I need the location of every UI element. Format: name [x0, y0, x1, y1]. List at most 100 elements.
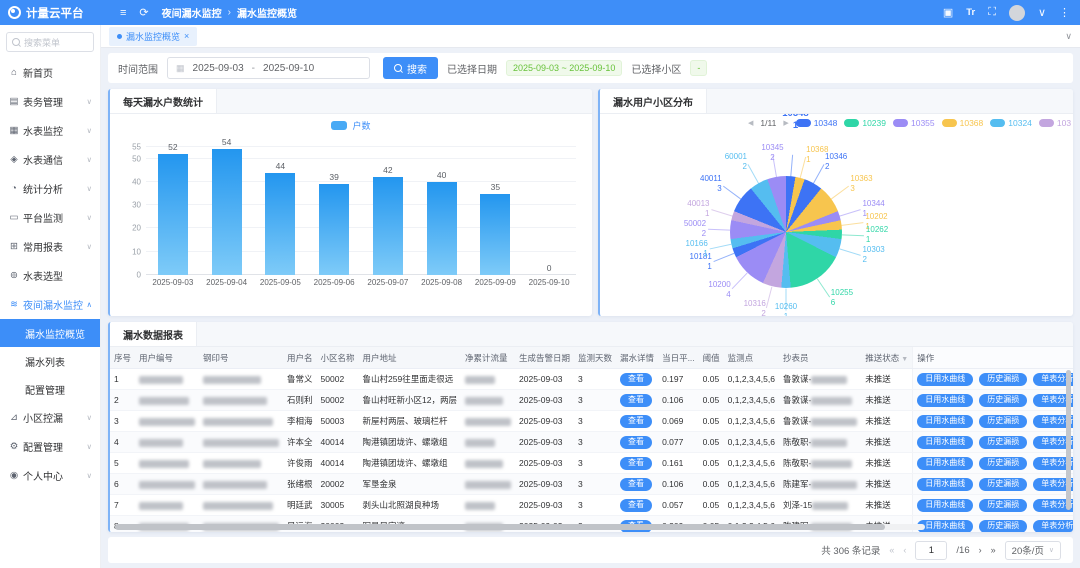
pie-chart[interactable]: [730, 176, 842, 288]
refresh-icon[interactable]: ⟳: [139, 6, 148, 19]
legend-prev-icon[interactable]: ◀: [748, 119, 753, 127]
view-leak-detail-button[interactable]: 查看: [620, 478, 652, 491]
sidebar-item-0[interactable]: ⌂新首页: [0, 58, 100, 87]
pie-slice-value: 3: [850, 184, 872, 194]
sidebar-subitem-2[interactable]: 配置管理: [0, 375, 100, 403]
search-button[interactable]: 搜索: [383, 57, 438, 79]
cell-days: 3: [574, 369, 616, 390]
pie-legend-item[interactable]: 10348: [796, 118, 838, 128]
daily-water-curve-button[interactable]: 日用水曲线: [917, 478, 973, 491]
tabbar-chevron-down-icon[interactable]: ∨: [1065, 31, 1072, 42]
sidebar-search-input[interactable]: 搜索菜单: [6, 32, 94, 52]
filter-icon[interactable]: ▼: [901, 356, 908, 363]
legend-next-icon[interactable]: ▶: [783, 119, 788, 127]
daily-leak-users-card: 每天漏水户数统计 户数 0102030405055525444394240350…: [108, 89, 592, 316]
y-tick-label: 30: [132, 201, 141, 210]
cell-push_status: 未推送: [861, 453, 912, 474]
sidebar-item-label: 统计分析: [23, 181, 63, 196]
cell-points: 0,1,2,3,4,5,6: [724, 390, 779, 411]
view-leak-detail-button[interactable]: 查看: [620, 415, 652, 428]
legend-label: 10239: [862, 118, 886, 128]
cell-detail: 查看: [616, 474, 658, 495]
vertical-scrollbar[interactable]: [1066, 370, 1071, 510]
daily-water-curve-button[interactable]: 日用水曲线: [917, 415, 973, 428]
last-page-button[interactable]: »: [991, 545, 996, 555]
first-page-button[interactable]: «: [889, 545, 894, 555]
x-tick-label: 2025-09-03: [146, 278, 200, 287]
sidebar-item-8[interactable]: ≋夜间漏水监控∧: [0, 290, 100, 319]
history-leak-button[interactable]: 历史漏损: [979, 415, 1027, 428]
date-range-input[interactable]: ▦ 2025-09-03 - 2025-09-10: [167, 57, 370, 79]
sidebar-item-10[interactable]: ⚙配置管理∨: [0, 432, 100, 461]
pie-legend-item[interactable]: 10239: [844, 118, 886, 128]
view-leak-detail-button[interactable]: 查看: [620, 394, 652, 407]
daily-water-curve-button[interactable]: 日用水曲线: [917, 520, 973, 533]
history-leak-button[interactable]: 历史漏损: [979, 373, 1027, 386]
sidebar-item-1[interactable]: ▤表务管理∨: [0, 87, 100, 116]
history-leak-button[interactable]: 历史漏损: [979, 499, 1027, 512]
redacted-value: [139, 418, 195, 426]
cell-reader: 陈建军-: [779, 474, 861, 495]
tab-leak-monitor-overview[interactable]: 漏水监控概览 ×: [109, 27, 197, 46]
sidebar-item-11[interactable]: ◉个人中心∨: [0, 461, 100, 490]
sidebar-item-5[interactable]: ▭平台监测∨: [0, 203, 100, 232]
avatar[interactable]: [1009, 5, 1025, 21]
pie-legend-item[interactable]: 10365: [1039, 118, 1071, 128]
sidebar-item-3[interactable]: ◈水表通信∨: [0, 145, 100, 174]
cell-address: 陶港镇团垅许、螺墩组: [359, 453, 461, 474]
sidebar-item-6[interactable]: ⊞常用报表∨: [0, 232, 100, 261]
pie-legend-item[interactable]: 10368: [942, 118, 984, 128]
cell-days: 3: [574, 495, 616, 516]
reader-name: 鲁敦谋-: [783, 416, 811, 426]
sidebar-subitem-0[interactable]: 漏水监控概览: [0, 319, 100, 347]
sidebar-subitem-1[interactable]: 漏水列表: [0, 347, 100, 375]
history-leak-button[interactable]: 历史漏损: [979, 457, 1027, 470]
cell-actions: 日用水曲线历史漏损单表分析: [913, 390, 1073, 411]
pie-legend-item[interactable]: 10355: [893, 118, 935, 128]
bar-column: 35: [469, 147, 523, 275]
sidebar-item-2[interactable]: ▦水表监控∨: [0, 116, 100, 145]
collapse-menu-icon[interactable]: ≡: [120, 7, 126, 19]
table-scroll-area[interactable]: 序号用户编号钢印号用户名小区名称用户地址净累计流量生成告警日期监测天数漏水详情当…: [110, 347, 1073, 532]
history-leak-button[interactable]: 历史漏损: [979, 394, 1027, 407]
daily-water-curve-button[interactable]: 日用水曲线: [917, 457, 973, 470]
history-leak-button[interactable]: 历史漏损: [979, 520, 1027, 533]
daily-water-curve-button[interactable]: 日用水曲线: [917, 436, 973, 449]
cell-push_status: 未推送: [861, 411, 912, 432]
chevron-down-icon[interactable]: ∨: [1038, 6, 1046, 19]
history-leak-button[interactable]: 历史漏损: [979, 436, 1027, 449]
column-header-points: 监测点: [724, 347, 779, 369]
more-icon[interactable]: ⋮: [1059, 6, 1070, 19]
page-size-select[interactable]: 20条/页 ∨: [1005, 541, 1061, 560]
fullscreen-icon[interactable]: ⛶: [988, 6, 996, 19]
leak-data-report-card: 漏水数据报表 序号用户编号钢印号用户名小区名称用户地址净累计流量生成告警日期监测…: [108, 322, 1073, 532]
pie-slice-value: 4: [708, 290, 730, 300]
view-leak-detail-button[interactable]: 查看: [620, 499, 652, 512]
view-leak-detail-button[interactable]: 查看: [620, 373, 652, 386]
breadcrumb-item[interactable]: 夜间漏水监控: [162, 5, 222, 20]
sidebar-item-7[interactable]: ⊚水表选型: [0, 261, 100, 290]
view-leak-detail-button[interactable]: 查看: [620, 457, 652, 470]
date-range-label: 时间范围: [118, 61, 158, 76]
page-number-input[interactable]: 1: [915, 541, 947, 560]
horizontal-scrollbar-thumb[interactable]: [115, 524, 885, 530]
bar-chart-legend[interactable]: 户数: [110, 117, 592, 133]
sidebar-item-9[interactable]: ⊿小区控漏∨: [0, 403, 100, 432]
bars-container: 525444394240350: [146, 147, 576, 275]
next-page-button[interactable]: ›: [979, 545, 982, 555]
sidebar-item-label: 水表监控: [23, 123, 63, 138]
pie-leader-line: [732, 273, 748, 290]
screenshot-icon[interactable]: ▣: [943, 6, 953, 19]
sidebar-item-4[interactable]: ◔统计分析∨: [0, 174, 100, 203]
daily-water-curve-button[interactable]: 日用水曲线: [917, 499, 973, 512]
cell-reader: 陈敬职-: [779, 453, 861, 474]
pie-legend-item[interactable]: 10324: [990, 118, 1032, 128]
prev-page-button[interactable]: ‹: [903, 545, 906, 555]
daily-water-curve-button[interactable]: 日用水曲线: [917, 394, 973, 407]
close-icon[interactable]: ×: [184, 31, 189, 41]
view-leak-detail-button[interactable]: 查看: [620, 436, 652, 449]
translate-icon[interactable]: Tr: [966, 7, 975, 18]
daily-water-curve-button[interactable]: 日用水曲线: [917, 373, 973, 386]
history-leak-button[interactable]: 历史漏损: [979, 478, 1027, 491]
single-meter-analysis-button[interactable]: 单表分析: [1033, 520, 1073, 533]
